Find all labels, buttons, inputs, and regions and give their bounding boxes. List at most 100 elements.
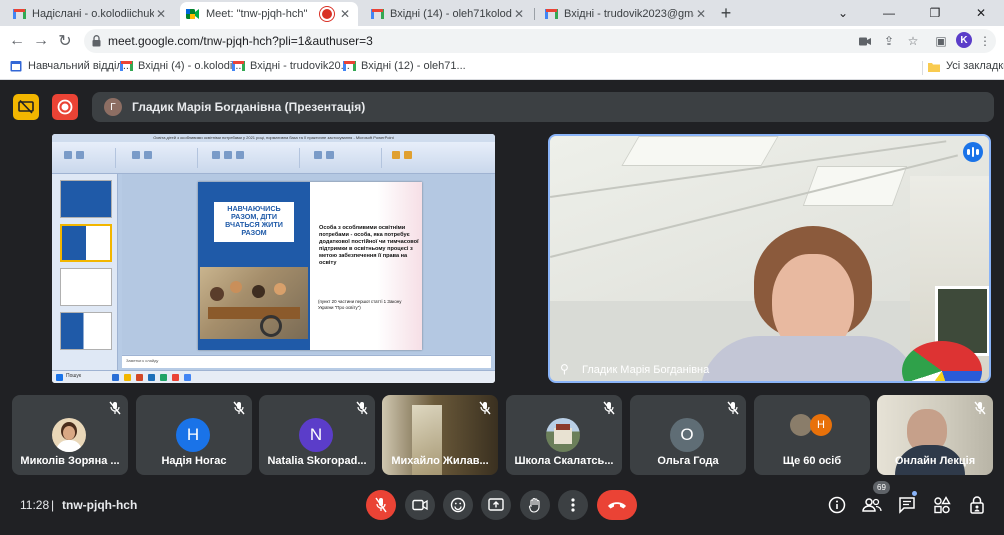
address-bar[interactable]: meet.google.com/tnw-pjqh-hch?pli=1&authu… — [84, 29, 996, 53]
gmail-icon — [370, 7, 384, 21]
participant-tile[interactable]: О Ольга Года — [630, 395, 746, 475]
bookmark-item[interactable]: Вхідні (4) - o.kolodi... — [120, 60, 241, 72]
activities-button[interactable] — [931, 494, 953, 516]
close-icon[interactable]: ✕ — [154, 7, 168, 21]
slide-thumbnails — [52, 174, 118, 370]
info-icon — [828, 496, 846, 514]
participant-tile[interactable]: Н Надія Ногас — [136, 395, 252, 475]
slide-definition-text: Особа з особливими освітніми потребами -… — [319, 225, 419, 266]
meet-icon — [186, 7, 200, 21]
close-icon[interactable]: ✕ — [512, 7, 526, 21]
mic-off-icon — [109, 401, 121, 415]
bookmark-item[interactable]: Вхідні - trudovik20... — [232, 60, 350, 72]
lock-icon[interactable] — [92, 34, 101, 52]
classroom-photo — [200, 267, 308, 339]
participant-video-tile[interactable]: Онлайн Лекція — [877, 395, 993, 475]
more-options-button[interactable] — [558, 490, 588, 520]
pin-icon[interactable]: ⚲ — [560, 362, 569, 376]
close-icon[interactable]: ✕ — [694, 7, 708, 21]
participant-tile[interactable]: Школа Скалатсь... — [506, 395, 622, 475]
calendar-icon — [10, 60, 22, 72]
back-icon[interactable]: ← — [6, 30, 28, 52]
meeting-details-button[interactable] — [826, 494, 848, 516]
participant-name: Надія Ногас — [161, 455, 227, 467]
reload-icon[interactable]: ↻ — [54, 30, 76, 52]
minimize-icon[interactable]: — — [866, 0, 912, 26]
tab-sent-mail[interactable]: Надіслані - o.kolodiichuk@ippo.ku ✕ — [6, 2, 174, 26]
participant-tile[interactable]: N Natalia Skoropad... — [259, 395, 375, 475]
tab-strip: Надіслані - o.kolodiichuk@ippo.ku ✕ Meet… — [0, 0, 1004, 26]
remote-taskbar: Пошук — [52, 370, 495, 383]
close-window-icon[interactable]: ✕ — [958, 0, 1004, 26]
close-icon[interactable]: ✕ — [338, 7, 352, 21]
forward-icon[interactable]: → — [30, 30, 52, 52]
slide-notes[interactable]: Заметки к слайду — [122, 355, 491, 368]
slide-thumbnail[interactable] — [60, 312, 112, 350]
browser-toolbar: ← → ↻ meet.google.com/tnw-pjqh-hch?pli=1… — [0, 26, 1004, 56]
participants-count-badge: 69 — [873, 481, 890, 494]
gmail-icon — [544, 7, 558, 21]
camera-icon — [412, 499, 428, 511]
more-menu-icon[interactable]: ⋮ — [976, 32, 994, 50]
mic-off-icon — [356, 401, 368, 415]
chat-button[interactable] — [896, 494, 918, 516]
participant-name: Михайло Жилав... — [391, 455, 489, 467]
record-icon — [57, 99, 73, 115]
host-controls-button[interactable] — [966, 494, 988, 516]
ppt-window-title: Освіта дітей з особливими освітніми потр… — [52, 134, 495, 142]
tab-meet[interactable]: Meet: "tnw-pjqh-hch" ✕ — [180, 2, 358, 26]
more-vert-icon — [571, 498, 575, 512]
mic-off-icon — [603, 401, 615, 415]
slide-thumbnail[interactable] — [60, 268, 112, 306]
people-icon — [862, 498, 882, 512]
all-bookmarks-button[interactable]: Усі закладки — [928, 60, 1004, 72]
bookmark-star-icon[interactable]: ☆ — [904, 32, 922, 50]
hang-up-icon — [608, 502, 626, 509]
participant-avatar: Н — [176, 418, 210, 452]
participant-name: Школа Скалатсь... — [514, 455, 614, 467]
bookmark-item[interactable]: Навчальний відділ... — [10, 60, 132, 72]
slide-thumbnail-selected[interactable] — [60, 224, 112, 262]
more-participants-tile[interactable]: Н Ще 60 осіб — [754, 395, 870, 475]
recording-button[interactable] — [52, 94, 78, 120]
camera-button[interactable] — [405, 490, 435, 520]
raise-hand-button[interactable] — [520, 490, 550, 520]
microphone-button[interactable] — [366, 490, 396, 520]
bookmark-label: Вхідні (12) - oleh71... — [361, 60, 466, 72]
side-panel-icon[interactable]: ▣ — [932, 32, 950, 50]
people-button[interactable] — [861, 494, 883, 516]
bookmarks-bar: Навчальний відділ... Вхідні (4) - o.kolo… — [0, 56, 1004, 80]
presenter-banner: Г Гладик Марія Богданівна (Презентація) — [92, 92, 994, 122]
presenting-toggle-button[interactable] — [13, 94, 39, 120]
participant-video-tile[interactable]: Михайло Жилав... — [382, 395, 498, 475]
mic-off-icon — [974, 401, 986, 415]
slide-canvas: НАВЧАЮЧИСЬ РАЗОМ, ДІТИ ВЧАТЬСЯ ЖИТИ РАЗО… — [122, 174, 491, 354]
presenter-video-tile[interactable]: ⚲ Гладик Марія Богданівна — [548, 134, 991, 383]
camera-permission-icon[interactable] — [856, 32, 874, 50]
present-screen-button[interactable] — [481, 490, 511, 520]
restore-icon[interactable]: ❐ — [912, 0, 958, 26]
gmail-icon — [120, 60, 133, 72]
presenter-name: Гладик Марія Богданівна — [582, 364, 710, 376]
participant-name: Natalia Skoropad... — [267, 455, 367, 467]
emoji-button[interactable] — [443, 490, 473, 520]
ppt-ribbon — [52, 142, 495, 174]
leave-call-button[interactable] — [597, 490, 637, 520]
new-tab-button[interactable]: + — [716, 3, 736, 24]
share-icon[interactable]: ⇪ — [880, 32, 898, 50]
profile-avatar[interactable]: K — [956, 32, 972, 48]
tab-search-icon[interactable]: ⌄ — [820, 0, 866, 26]
taskbar-search: Пошук — [66, 373, 82, 379]
slide-thumbnail[interactable] — [60, 180, 112, 218]
participant-photo — [790, 414, 812, 436]
presenter-avatar: Г — [104, 98, 122, 116]
ppt-body: НАВЧАЮЧИСЬ РАЗОМ, ДІТИ ВЧАТЬСЯ ЖИТИ РАЗО… — [52, 174, 495, 370]
tab-divider — [534, 8, 535, 20]
tab-inbox-trudovik[interactable]: Вхідні - trudovik2023@gmail.com ✕ — [538, 2, 714, 26]
meeting-time: 11:28 — [20, 498, 50, 512]
shared-screen[interactable]: Освіта дітей з особливими освітніми потр… — [52, 134, 495, 383]
participant-tile[interactable]: Миколів Зоряна ... — [12, 395, 128, 475]
tab-inbox-oleh[interactable]: Вхідні (14) - oleh71kolod@gmail.c ✕ — [364, 2, 532, 26]
recording-indicator-icon — [322, 9, 332, 19]
bookmark-item[interactable]: Вхідні (12) - oleh71... — [343, 60, 466, 72]
